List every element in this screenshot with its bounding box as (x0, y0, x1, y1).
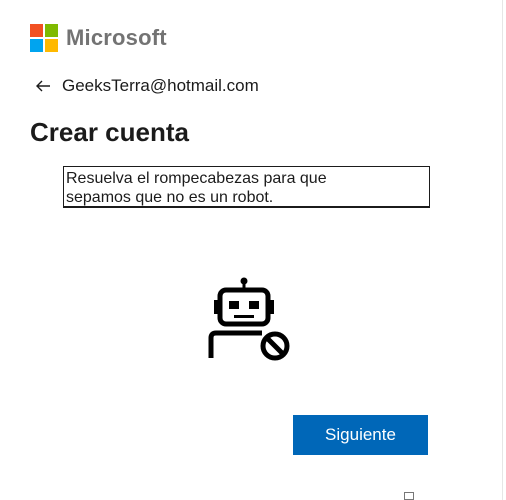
robot-blocked-icon (208, 277, 290, 361)
arrow-left-icon[interactable] (34, 77, 52, 95)
microsoft-logo: Microsoft (30, 24, 167, 52)
instruction-line-1: Resuelva el rompecabezas para que (66, 170, 327, 187)
instruction-line-2: sepamos que no es un robot. (66, 189, 274, 206)
microsoft-wordmark: Microsoft (66, 25, 167, 50)
partial-icon (404, 492, 414, 500)
page-title: Crear cuenta (30, 117, 189, 147)
signup-card: Microsoft GeeksTerra@hotmail.com Crear c… (0, 0, 506, 500)
identity-row: GeeksTerra@hotmail.com (34, 76, 259, 96)
account-email: GeeksTerra@hotmail.com (62, 76, 259, 95)
next-button[interactable]: Siguiente (293, 415, 428, 455)
challenge-instructions: Resuelva el rompecabezas para que sepamo… (63, 166, 430, 208)
microsoft-squares-icon (30, 24, 58, 52)
right-edge-divider (502, 0, 503, 500)
